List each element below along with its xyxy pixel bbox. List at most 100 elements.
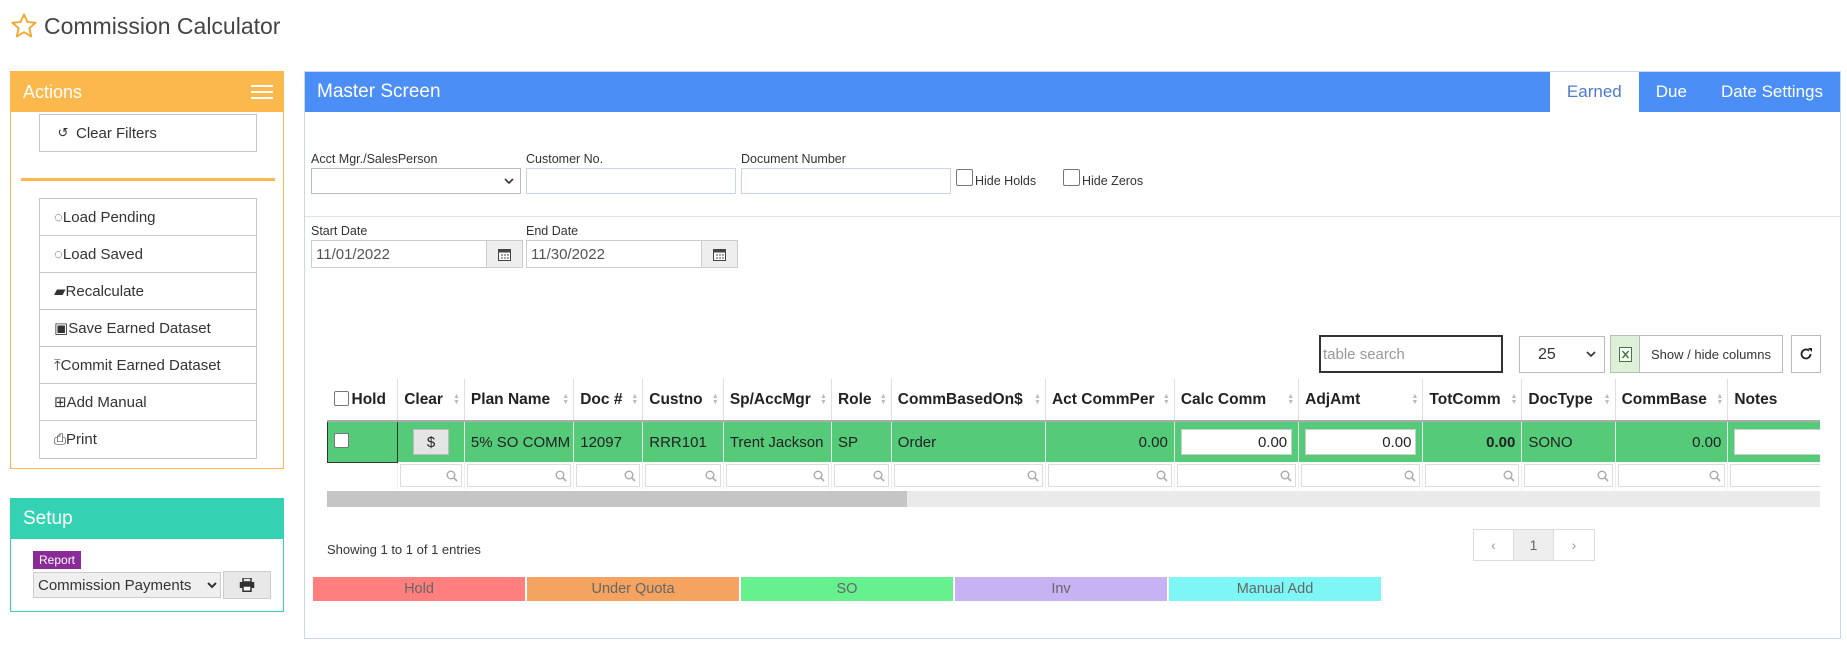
calc-comm-input[interactable]: 0.00 [1180, 429, 1293, 455]
column-filter-input[interactable] [725, 464, 829, 487]
tab-date-settings[interactable]: Date Settings [1704, 72, 1840, 112]
hide-zeros-checkbox[interactable] [1063, 169, 1080, 186]
tab-due[interactable]: Due [1639, 72, 1704, 112]
search-icon [1597, 470, 1609, 482]
next-page-button[interactable]: › [1554, 530, 1594, 560]
column-filter-input[interactable] [645, 464, 721, 487]
acct-mgr-select[interactable] [311, 168, 521, 194]
column-filter-input[interactable] [1301, 464, 1421, 487]
customer-no-input[interactable] [526, 168, 736, 194]
commit-earned-dataset-button[interactable]: ⤒ Commit Earned Dataset [40, 347, 256, 384]
page-1-button[interactable]: 1 [1514, 530, 1554, 560]
clear-filters-button[interactable]: ↺ Clear Filters [39, 114, 257, 152]
col-sp-label: Sp/AccMgr [729, 390, 811, 408]
col-act-comm-per-label: Act CommPer [1051, 390, 1155, 408]
table-search-placeholder: table search [1323, 345, 1405, 363]
col-adj-amt-label: AdjAmt [1305, 390, 1361, 408]
col-doc[interactable]: Doc # ▲ ▼ [573, 379, 644, 422]
actions-header: Actions [11, 72, 283, 112]
show-hide-columns-button[interactable]: Show / hide columns [1639, 335, 1783, 373]
column-filter-input[interactable] [1047, 464, 1172, 487]
col-comm-based-on[interactable]: CommBasedOn$ ▲ ▼ [891, 379, 1046, 422]
star-icon[interactable] [10, 12, 38, 40]
notes-input[interactable] [1734, 429, 1820, 455]
recalculate-button[interactable]: ▰ Recalculate [40, 273, 256, 310]
search-icon [624, 470, 636, 482]
add-manual-label: Add Manual [66, 393, 147, 411]
col-plan-name[interactable]: Plan Name ▲ ▼ [464, 379, 575, 422]
sort-icon: ▲ ▼ [1162, 393, 1170, 406]
filter-cell [1727, 462, 1820, 489]
column-filter-input[interactable] [400, 464, 462, 487]
prev-page-button[interactable]: ‹ [1474, 530, 1514, 560]
col-calc-comm[interactable]: Calc Comm ▲ ▼ [1174, 379, 1300, 422]
refresh-icon [1800, 348, 1812, 360]
col-comm-based-on-label: CommBasedOn$ [897, 390, 1023, 408]
spinner-icon: ◌ [54, 208, 63, 226]
refresh-button[interactable] [1791, 335, 1821, 373]
col-adj-amt[interactable]: AdjAmt ▲ ▼ [1298, 379, 1424, 422]
scrollbar-thumb[interactable] [327, 491, 907, 507]
column-filter-input[interactable] [833, 464, 889, 487]
col-hold[interactable]: Hold [327, 379, 399, 422]
table-row[interactable]: $ 5% SO COMM 12097 RRR101 Trent Jackson … [327, 420, 1820, 463]
load-pending-button[interactable]: ◌ Load Pending [40, 199, 256, 236]
column-filter-input[interactable] [1730, 464, 1820, 487]
hide-holds-checkbox[interactable] [956, 169, 973, 186]
col-plan-name-label: Plan Name [470, 390, 551, 408]
page-size-select[interactable]: 25 [1519, 336, 1605, 373]
add-manual-button[interactable]: ⊞ Add Manual [40, 384, 256, 421]
report-select[interactable]: Commission Payments [33, 572, 221, 598]
sort-icon: ▲ ▼ [1716, 393, 1724, 406]
col-act-comm-per[interactable]: Act CommPer ▲ ▼ [1045, 379, 1175, 422]
end-date-input[interactable]: 11/30/2022 [526, 240, 738, 268]
legend-under-quota: Under Quota [527, 577, 739, 601]
horizontal-scrollbar[interactable] [327, 491, 1820, 507]
calendar-icon[interactable] [701, 241, 737, 267]
column-filter-input[interactable] [1617, 464, 1726, 487]
col-comm-base[interactable]: CommBase ▲ ▼ [1615, 379, 1729, 422]
save-earned-dataset-button[interactable]: ▣ Save Earned Dataset [40, 310, 256, 347]
column-filter-input[interactable] [1425, 464, 1520, 487]
start-date-input[interactable]: 11/01/2022 [311, 240, 523, 268]
col-role[interactable]: Role ▲ ▼ [831, 379, 892, 422]
load-saved-button[interactable]: ◌ Load Saved [40, 236, 256, 273]
print-report-button[interactable] [223, 571, 271, 599]
print-button[interactable]: ⎙ Print [40, 421, 256, 458]
customer-no-label: Customer No. [526, 152, 604, 166]
filter-cell [573, 462, 644, 489]
table-header-row: Hold Clear ▲ ▼ Plan Name ▲ ▼ Doc # ▲ ▼ Custno ▲… [327, 379, 1820, 422]
save-icon: ▣ [54, 320, 69, 337]
calendar-icon[interactable] [486, 241, 522, 267]
col-notes[interactable]: Notes [1727, 379, 1820, 422]
col-hold-label: Hold [351, 390, 386, 408]
adj-amt-input[interactable]: 0.00 [1305, 429, 1417, 455]
filter-cell [1615, 462, 1729, 489]
select-all-checkbox[interactable] [333, 390, 349, 406]
table-search-input[interactable]: table search [1319, 335, 1503, 373]
comm-base-cell: 0.00 [1615, 421, 1729, 462]
hold-checkbox[interactable] [334, 433, 349, 449]
col-doc-type[interactable]: DocType ▲ ▼ [1521, 379, 1616, 422]
column-filter-input[interactable] [576, 464, 641, 487]
col-custno[interactable]: Custno ▲ ▼ [642, 379, 724, 422]
print-icon: ⎙ [54, 431, 67, 448]
column-filter-input[interactable] [1524, 464, 1613, 487]
tab-earned[interactable]: Earned [1549, 72, 1639, 112]
menu-icon[interactable] [251, 85, 273, 99]
column-filter-input[interactable] [893, 464, 1043, 487]
column-filter-input[interactable] [466, 464, 572, 487]
col-sp-accmgr[interactable]: Sp/AccMgr ▲ ▼ [723, 379, 832, 422]
col-tot-comm[interactable]: TotComm ▲ ▼ [1422, 379, 1523, 422]
filter-cell [464, 462, 575, 489]
export-excel-button[interactable] [1610, 335, 1640, 373]
actions-panel: Actions ↺ Clear Filters ◌ Load Pending ◌… [10, 71, 284, 469]
clear-button[interactable]: $ [413, 429, 450, 455]
column-filter-input[interactable] [1176, 464, 1297, 487]
document-number-input[interactable] [741, 168, 951, 194]
sort-icon: ▲ ▼ [1287, 393, 1295, 406]
col-tot-comm-label: TotComm [1429, 390, 1501, 408]
col-role-label: Role [837, 390, 872, 408]
sort-icon: ▲ ▼ [711, 393, 719, 406]
col-clear[interactable]: Clear ▲ ▼ [397, 379, 465, 422]
